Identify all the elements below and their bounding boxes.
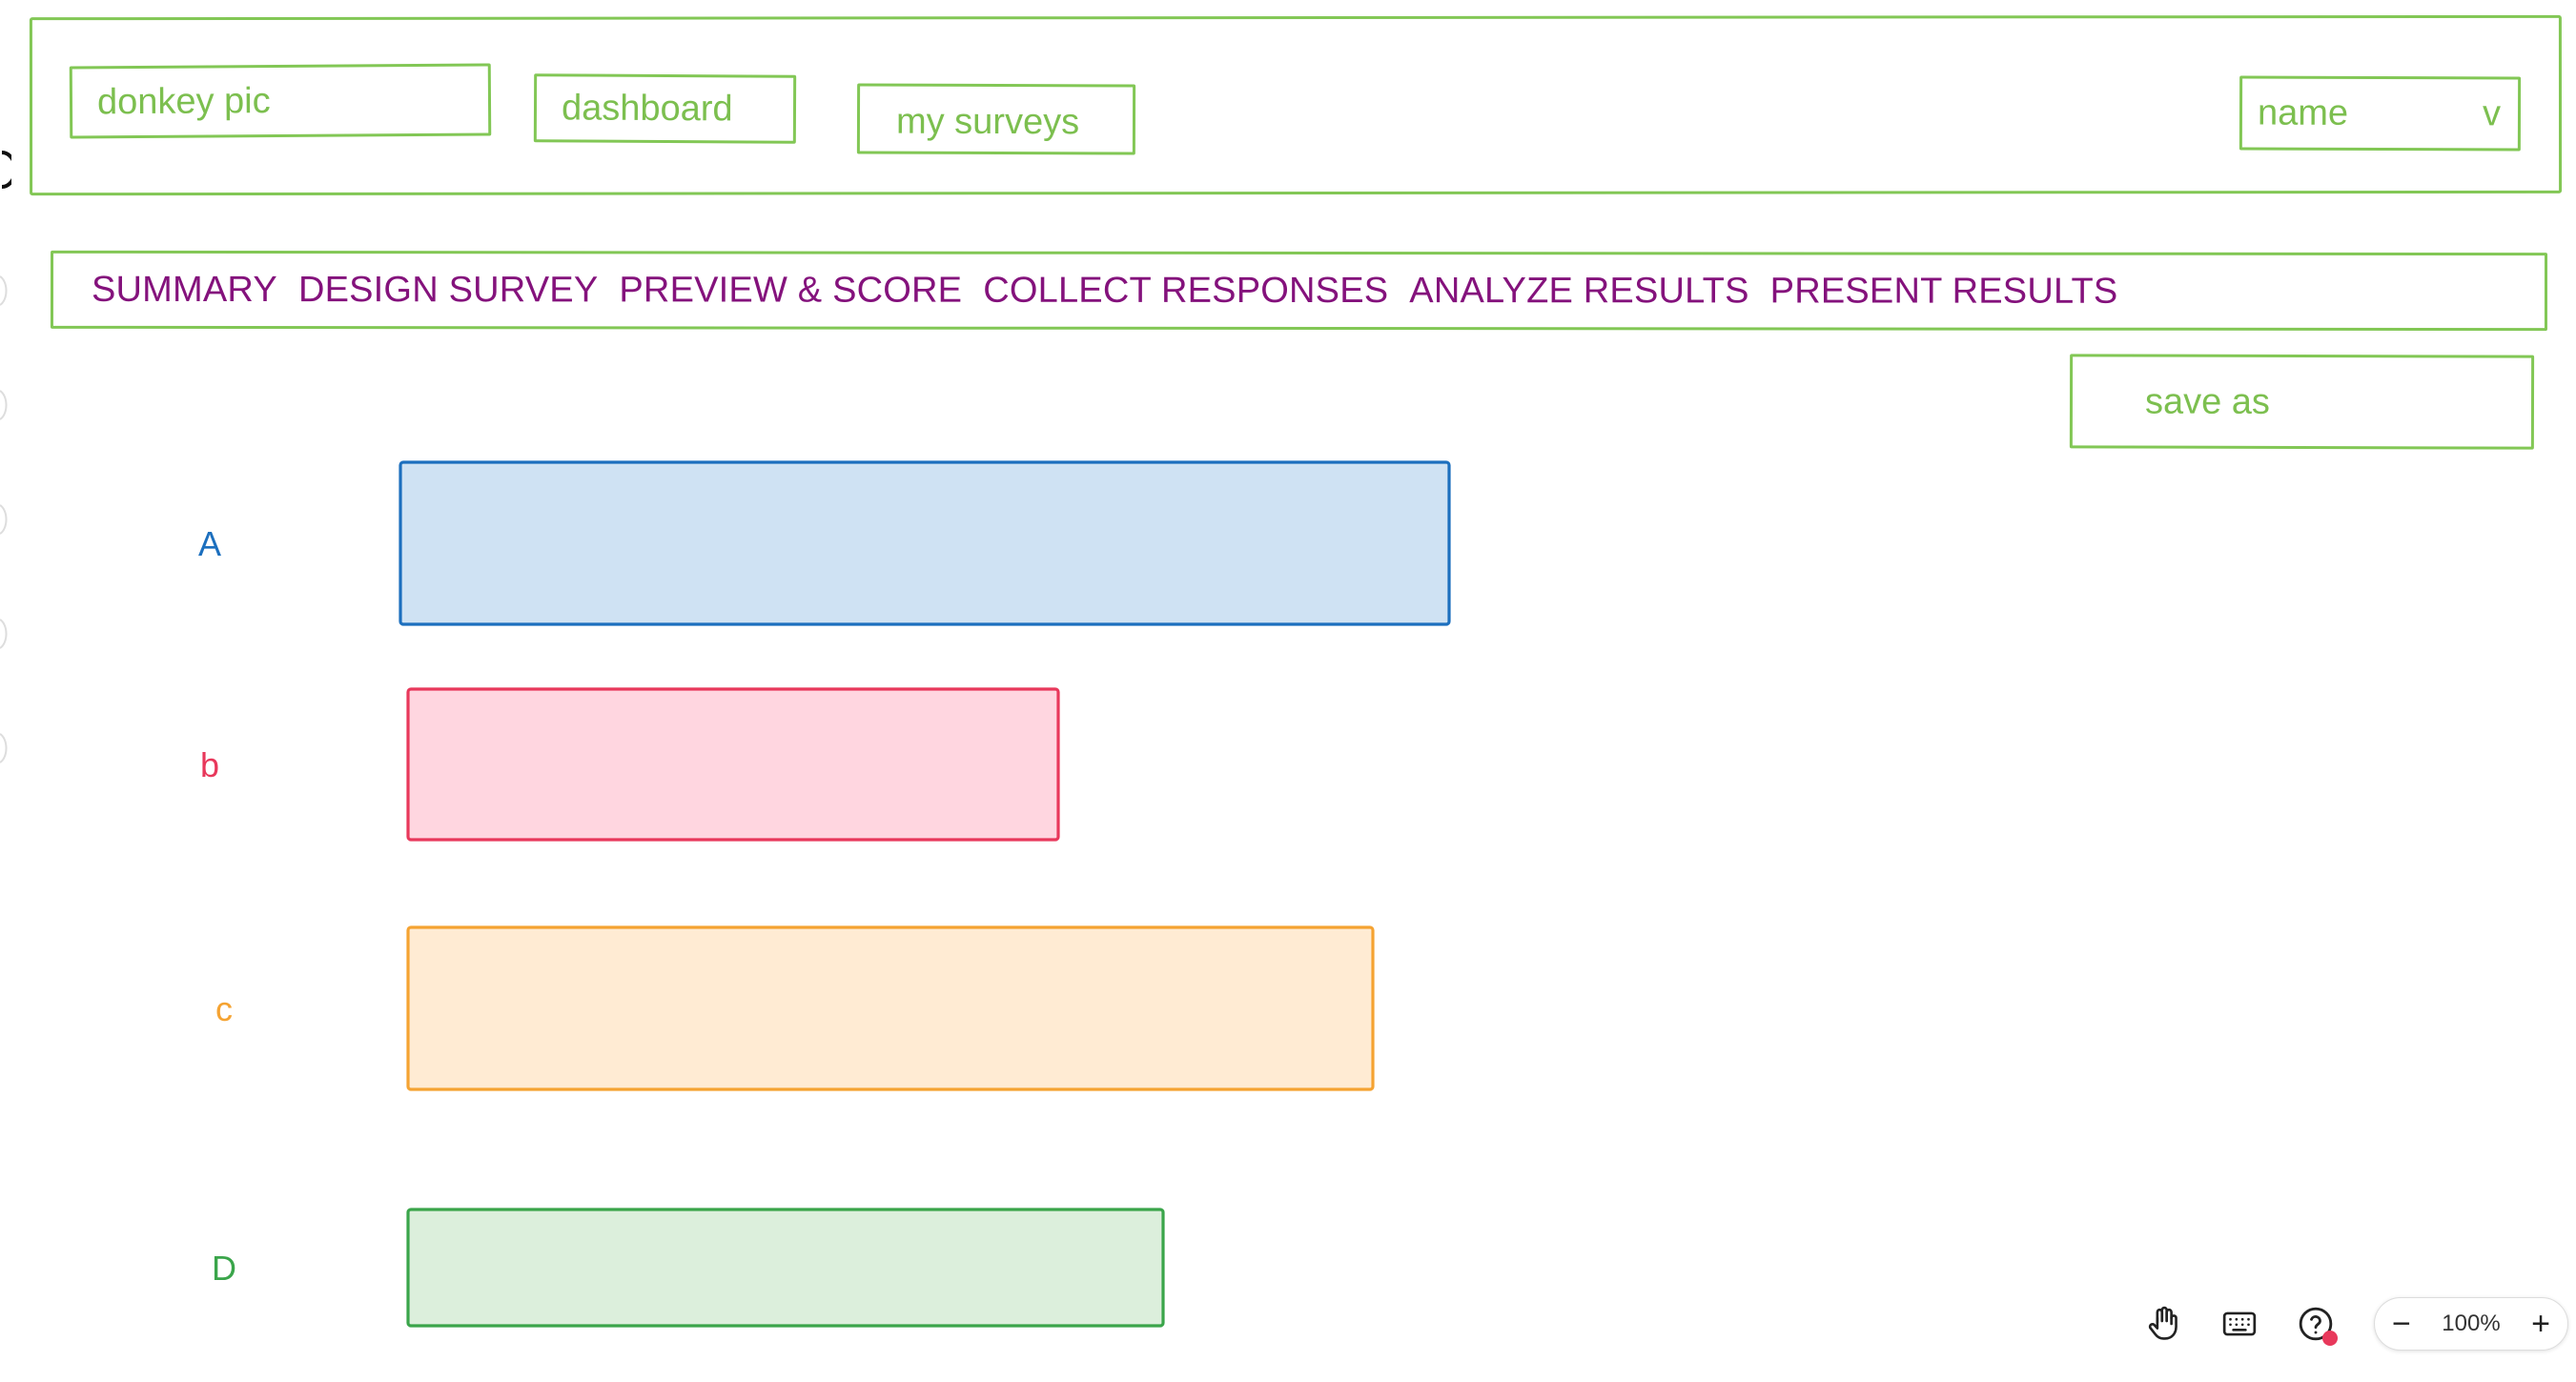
survey-tab-bar: SUMMARY DESIGN SURVEY PREVIEW & SCORE CO… — [50, 250, 2548, 332]
my-surveys-button[interactable]: my surveys — [856, 83, 1136, 155]
dashboard-button[interactable]: dashboard — [533, 73, 797, 144]
bar-c[interactable] — [406, 925, 1375, 1091]
logo-label: donkey pic — [96, 81, 271, 123]
dashboard-label: dashboard — [561, 88, 733, 130]
logo-placeholder[interactable]: donkey pic — [69, 63, 492, 139]
hand-icon[interactable] — [2136, 1296, 2191, 1352]
zoom-in-button[interactable]: + — [2531, 1308, 2550, 1340]
tab-preview-score[interactable]: PREVIEW & SCORE — [619, 270, 962, 311]
user-name-select[interactable]: name v — [2239, 75, 2522, 152]
category-label-d: D — [212, 1249, 236, 1288]
results-bar-chart: Ab c D — [198, 460, 1451, 1328]
category-label-c: c — [215, 989, 233, 1028]
notification-dot — [2322, 1331, 2338, 1346]
tab-summary[interactable]: SUMMARY — [92, 269, 277, 310]
my-surveys-label: my surveys — [895, 101, 1080, 143]
zoom-level: 100% — [2442, 1311, 2501, 1336]
category-label-b: b — [200, 745, 219, 784]
save-as-button[interactable]: save as — [2069, 354, 2535, 450]
tab-collect-responses[interactable]: COLLECT RESPONSES — [983, 270, 1388, 311]
save-as-label: save as — [2144, 381, 2271, 422]
zoom-out-button[interactable]: − — [2392, 1308, 2411, 1340]
chevron-down-icon: v — [2482, 93, 2502, 134]
tab-design-survey[interactable]: DESIGN SURVEY — [298, 270, 598, 311]
bar-a[interactable] — [399, 460, 1451, 626]
tab-analyze-results[interactable]: ANALYZE RESULTS — [1409, 271, 1748, 312]
bar-d[interactable] — [406, 1208, 1165, 1328]
user-name-value: name — [2257, 92, 2349, 133]
help-icon[interactable] — [2288, 1296, 2343, 1352]
keyboard-icon[interactable] — [2212, 1296, 2267, 1352]
category-label-a: A — [198, 524, 221, 563]
zoom-control: − 100% + — [2374, 1297, 2568, 1351]
canvas-toolbar: − 100% + — [2136, 1296, 2568, 1352]
bar-b[interactable] — [406, 687, 1060, 842]
tab-present-results[interactable]: PRESENT RESULTS — [1770, 271, 2118, 312]
